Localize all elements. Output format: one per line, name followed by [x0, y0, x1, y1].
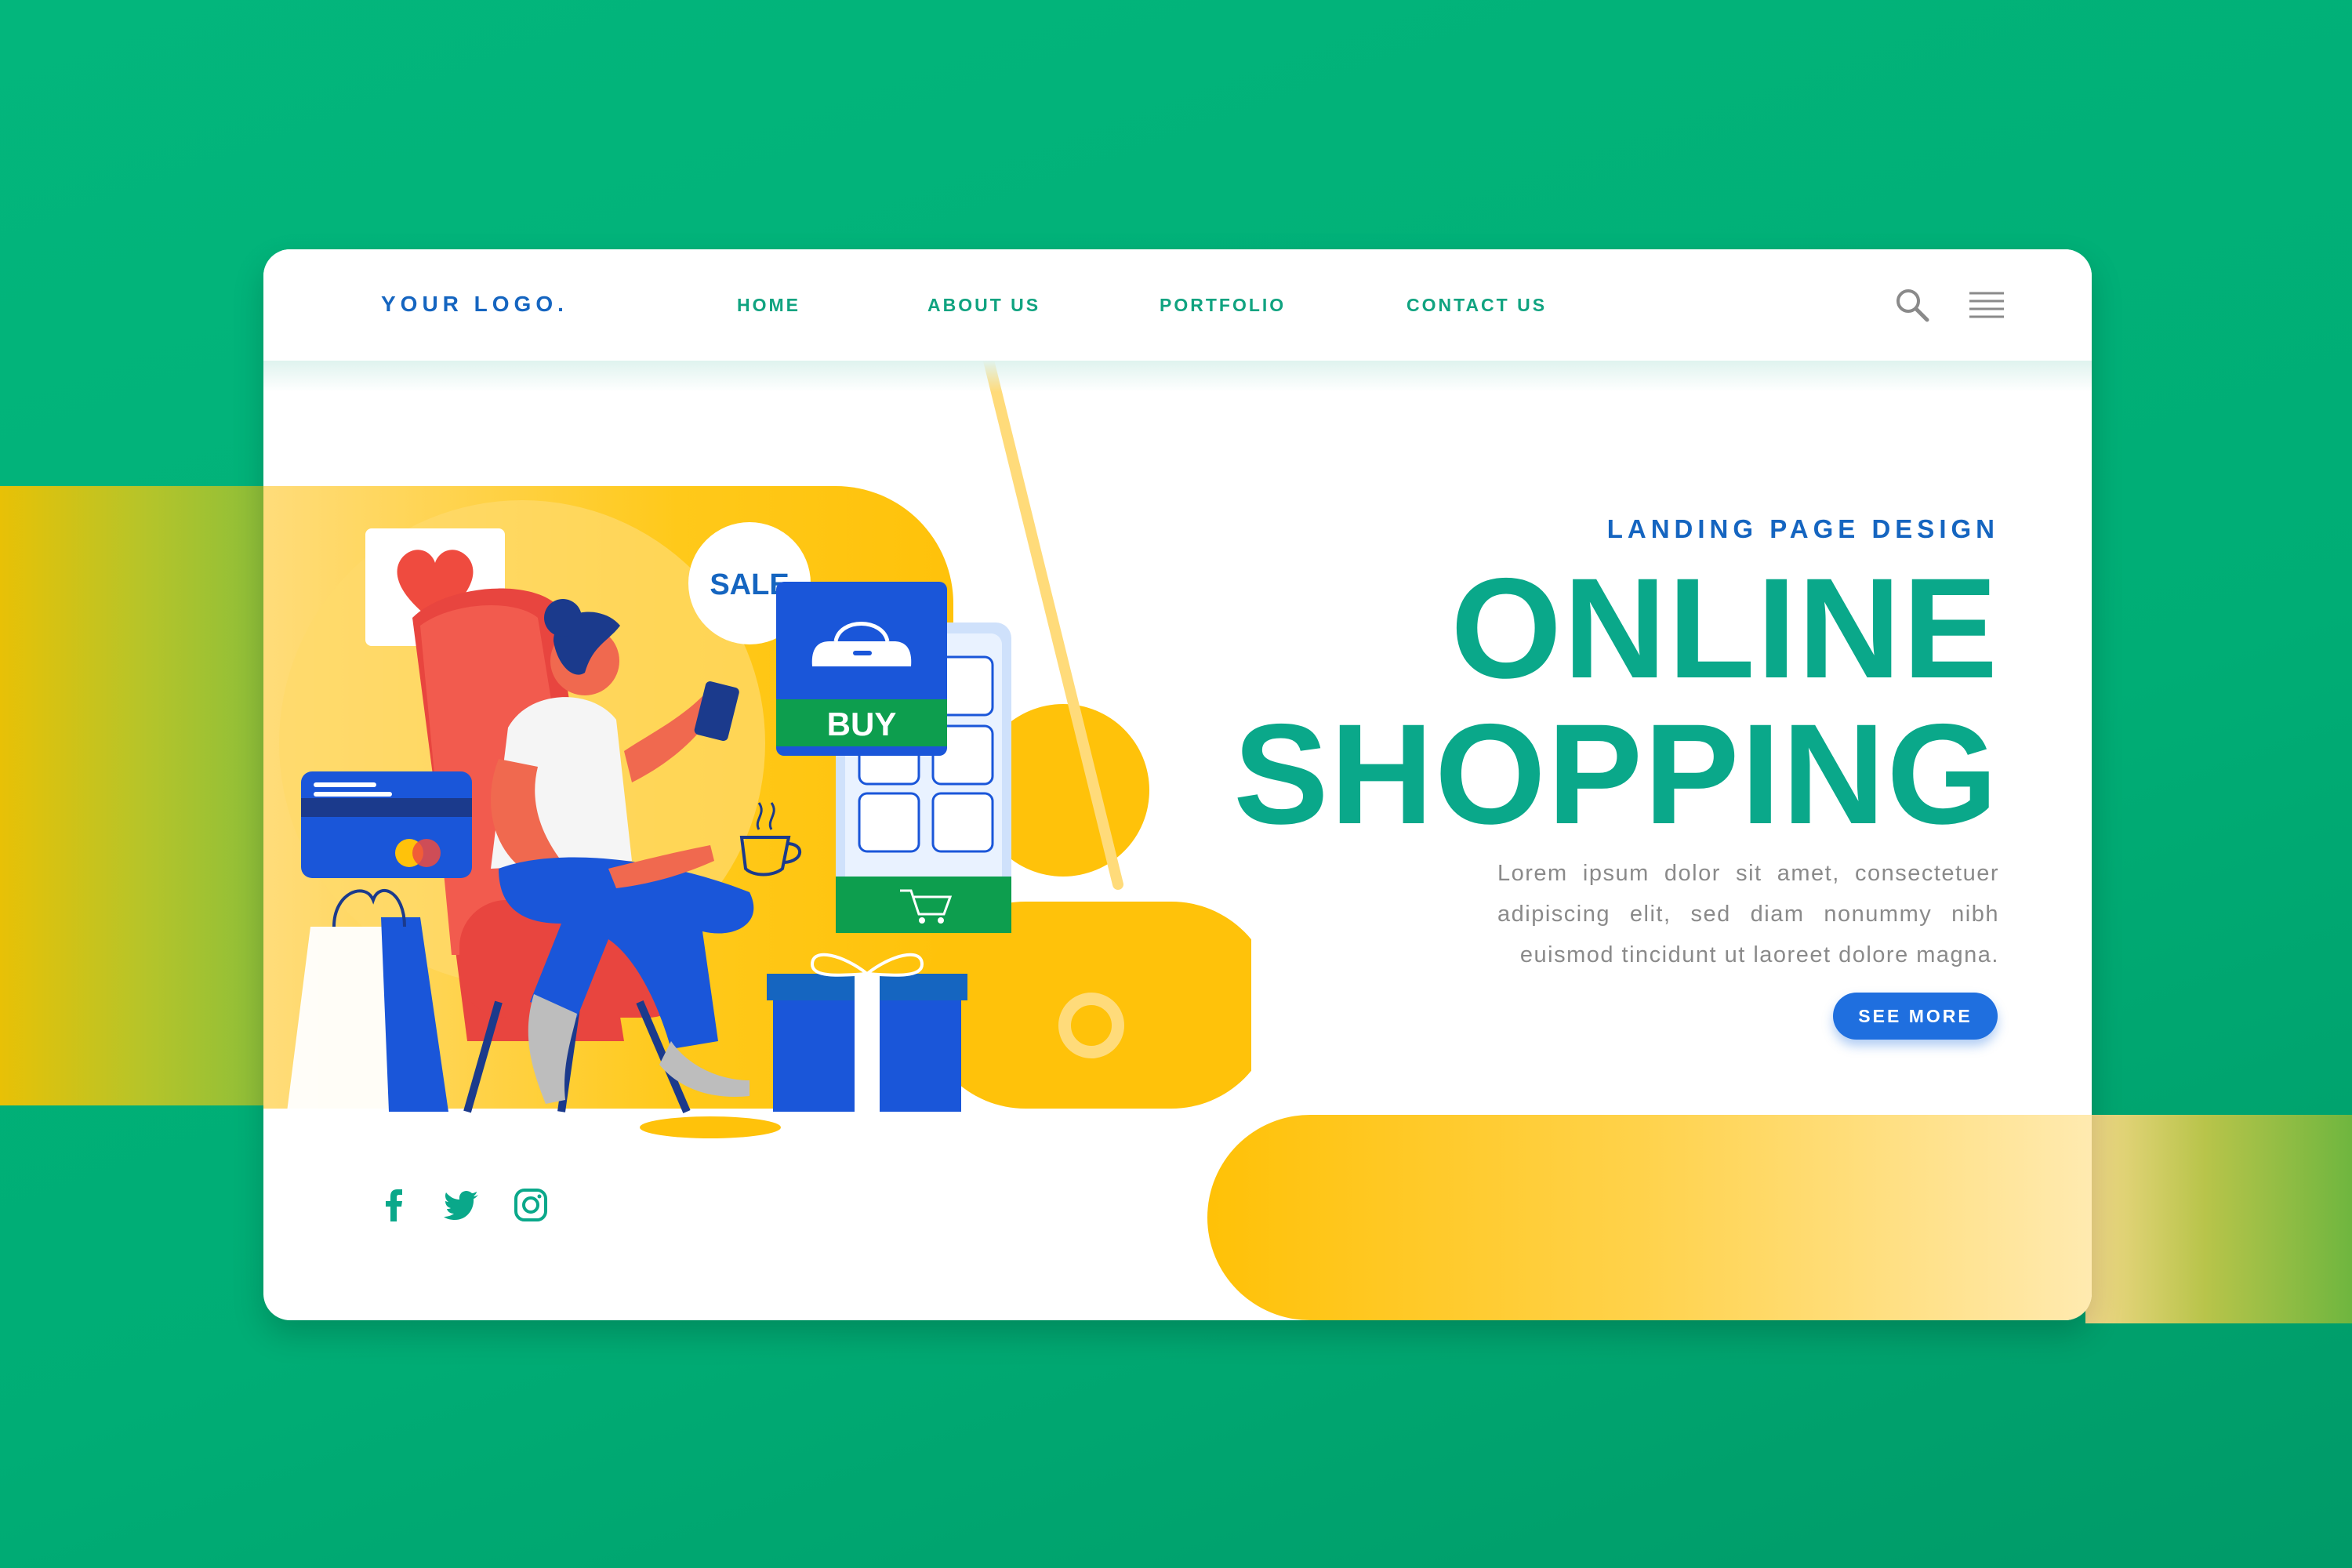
decorative-bottom-pill — [1207, 1115, 2092, 1320]
facebook-icon[interactable] — [375, 1185, 414, 1225]
nav-link-contact-us[interactable]: CONTACT US — [1406, 295, 1547, 316]
top-navigation: YOUR LOGO. HOME ABOUT US PORTFOLIO CONTA… — [263, 249, 2092, 361]
hero-title-line-1: ONLINE — [1450, 548, 1999, 708]
hero-section: LANDING PAGE DESIGN ONLINE SHOPPING Lore… — [1215, 514, 1999, 975]
brand-logo[interactable]: YOUR LOGO. — [381, 292, 568, 317]
nav-divider — [263, 361, 2092, 392]
online-shopping-illustration: SALE BUY — [279, 249, 1251, 1138]
see-more-button[interactable]: SEE MORE — [1833, 993, 1998, 1040]
gift-box-icon — [767, 953, 967, 1112]
hero-title: ONLINE SHOPPING — [1215, 555, 1999, 847]
nav-link-home[interactable]: HOME — [737, 295, 800, 316]
nav-link-about-us[interactable]: ABOUT US — [927, 295, 1040, 316]
instagram-icon[interactable] — [511, 1185, 550, 1225]
nav-link-portfolio[interactable]: PORTFOLIO — [1160, 295, 1286, 316]
buy-label: BUY — [827, 706, 897, 742]
hero-title-line-2: SHOPPING — [1233, 694, 1999, 854]
landing-page-card: SALE BUY YOUR LOGO. HOME ABOUT US PORTFO… — [263, 249, 2092, 1320]
decorative-yellow-band-right — [2085, 1115, 2352, 1323]
twitter-icon[interactable] — [442, 1185, 481, 1225]
credit-card-icon — [301, 771, 472, 878]
search-icon[interactable] — [1893, 285, 1933, 326]
hero-subtitle: LANDING PAGE DESIGN — [1606, 514, 1999, 543]
hero-description: Lorem ipsum dolor sit amet, consectetuer… — [1497, 861, 1999, 967]
menu-icon[interactable] — [1966, 285, 2007, 326]
decorative-yellow-band-left — [0, 486, 267, 1105]
